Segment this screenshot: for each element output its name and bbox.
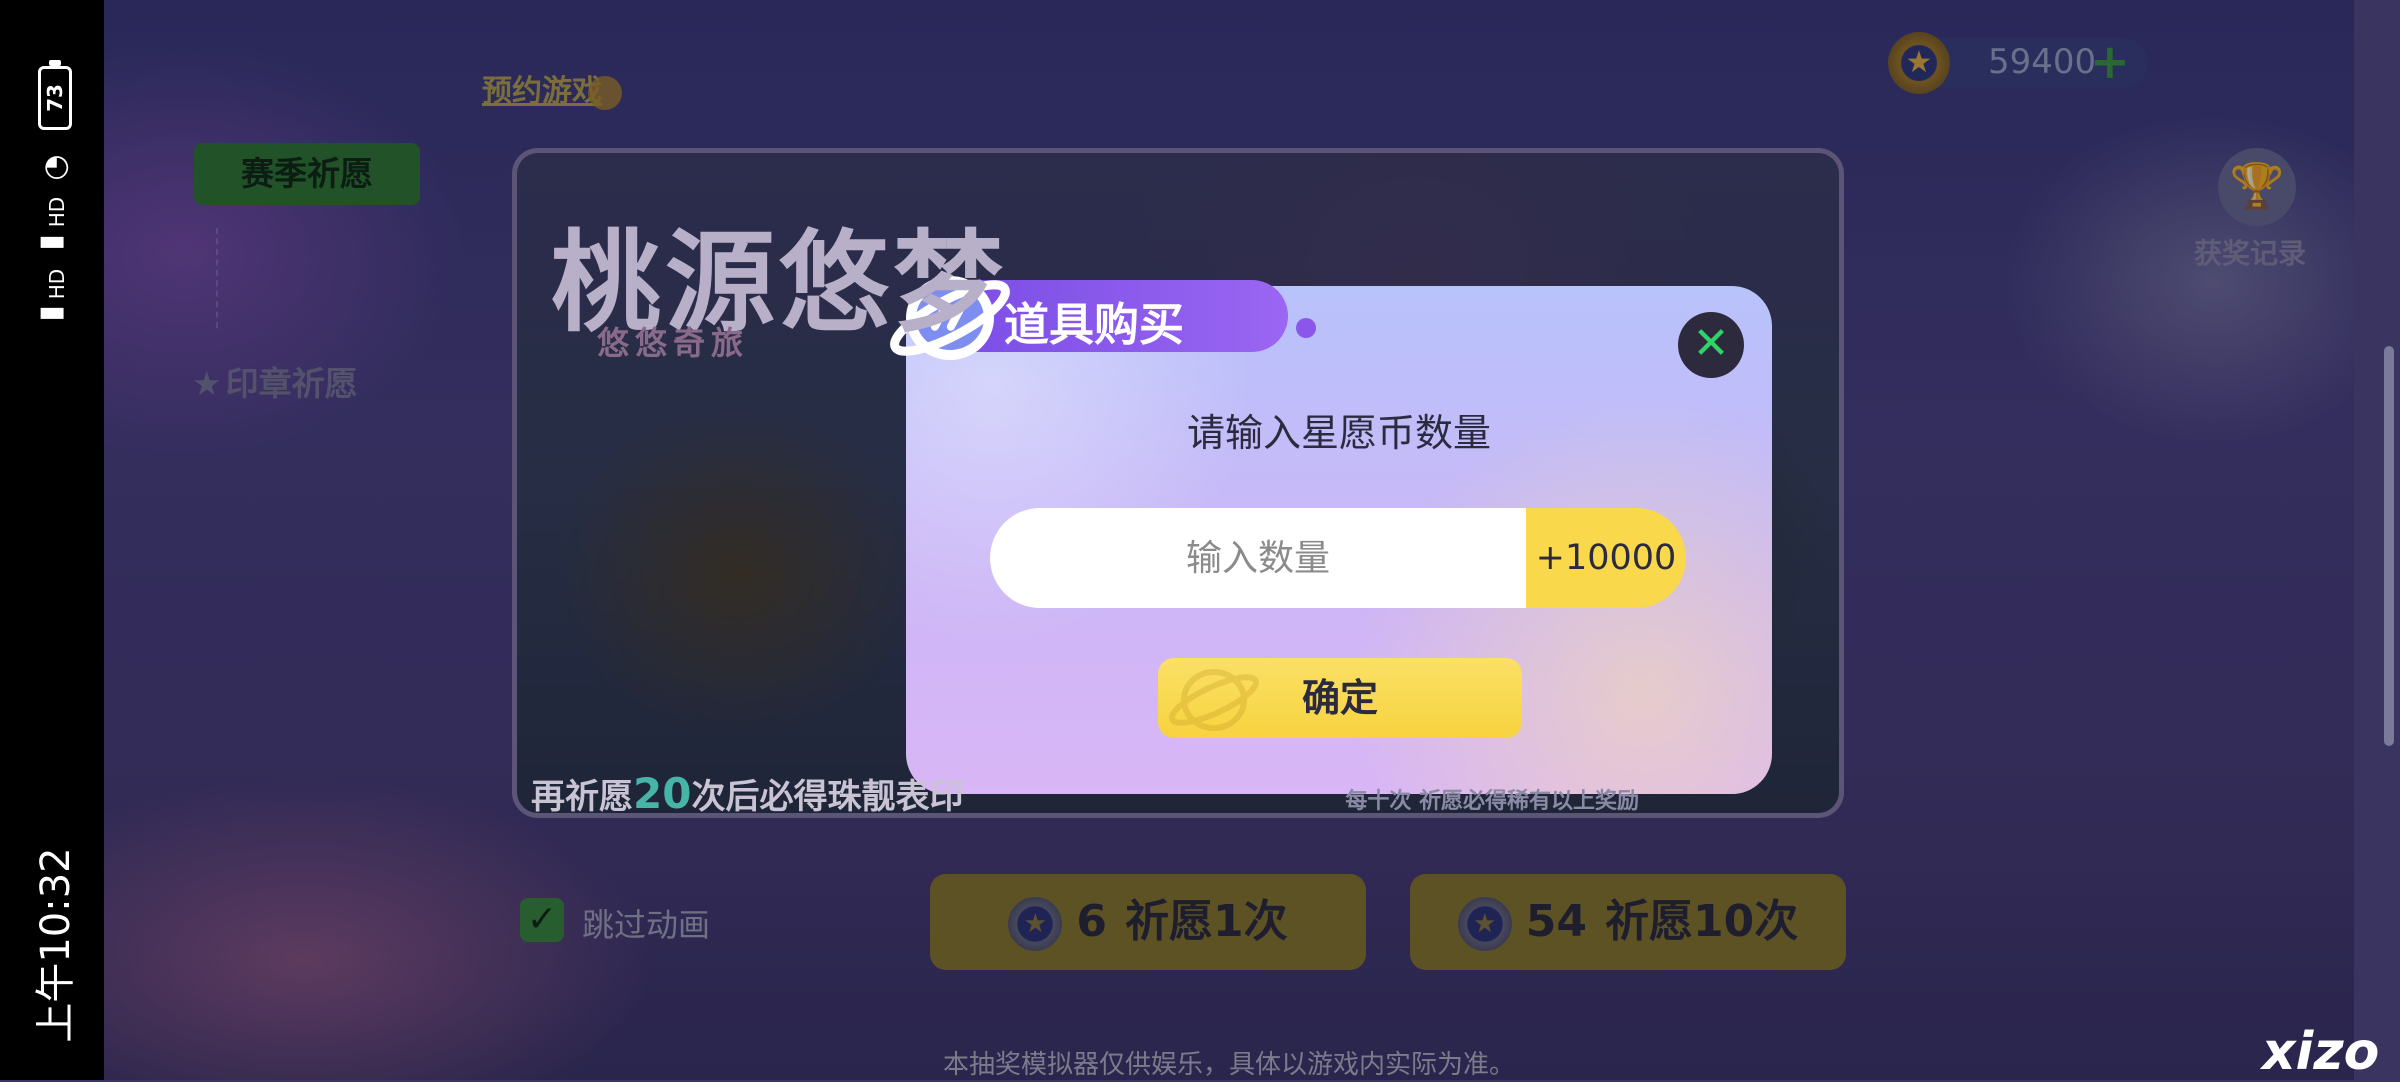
battery-level: 73 xyxy=(43,84,67,112)
banner-pity-text: 再祈愿20次后必得珠靓表印 xyxy=(531,769,964,818)
pity-prefix: 再祈愿 xyxy=(531,777,633,817)
quantity-prompt: 请输入星愿币数量 xyxy=(1186,411,1491,455)
header-dot xyxy=(1296,318,1316,338)
status-time: 上午10:32 xyxy=(33,847,79,1043)
pity-suffix: 次后必得珠靓表印 xyxy=(691,777,964,817)
signal-icon: ▮ xyxy=(32,234,68,251)
banner-guarantee-note: 每十次 祈愿必得稀有以上奖励 xyxy=(1345,789,1639,814)
confirm-label: 确定 xyxy=(1301,676,1378,720)
item-purchase-dialog: 道具购买 ✕ 请输入星愿币数量 +10000 确定 xyxy=(890,276,1772,794)
scrollbar[interactable] xyxy=(2384,346,2394,746)
banner-subtitle: 悠悠奇旅 xyxy=(597,324,750,362)
signal-label: HD xyxy=(45,196,70,228)
wifi-icon: ◔ xyxy=(37,154,73,181)
add-10000-button[interactable]: +10000 xyxy=(1526,508,1686,608)
dialog-title: 道具购买 xyxy=(1004,298,1185,351)
planet-watermark-icon xyxy=(1168,669,1260,731)
close-button[interactable]: ✕ xyxy=(1678,312,1744,378)
signal-icon-2: ▮ xyxy=(32,305,68,322)
game-screen: 预约游戏 ★ 59400 + 赛季祈愿 ★ 印章祈愿 桃源悠梦 悠悠奇旅 再祈愿2… xyxy=(104,0,2354,1080)
confirm-button[interactable]: 确定 xyxy=(1158,658,1522,738)
phone-status-bar: 73 ◔ HD ▮ HD ▮ 上午10:32 xyxy=(0,0,104,1080)
battery-icon: 73 xyxy=(38,60,72,130)
pity-count: 20 xyxy=(633,769,692,818)
site-watermark: xizo xyxy=(2262,1022,2380,1082)
quantity-input[interactable] xyxy=(990,508,1526,608)
signal-label-2: HD xyxy=(45,268,70,300)
